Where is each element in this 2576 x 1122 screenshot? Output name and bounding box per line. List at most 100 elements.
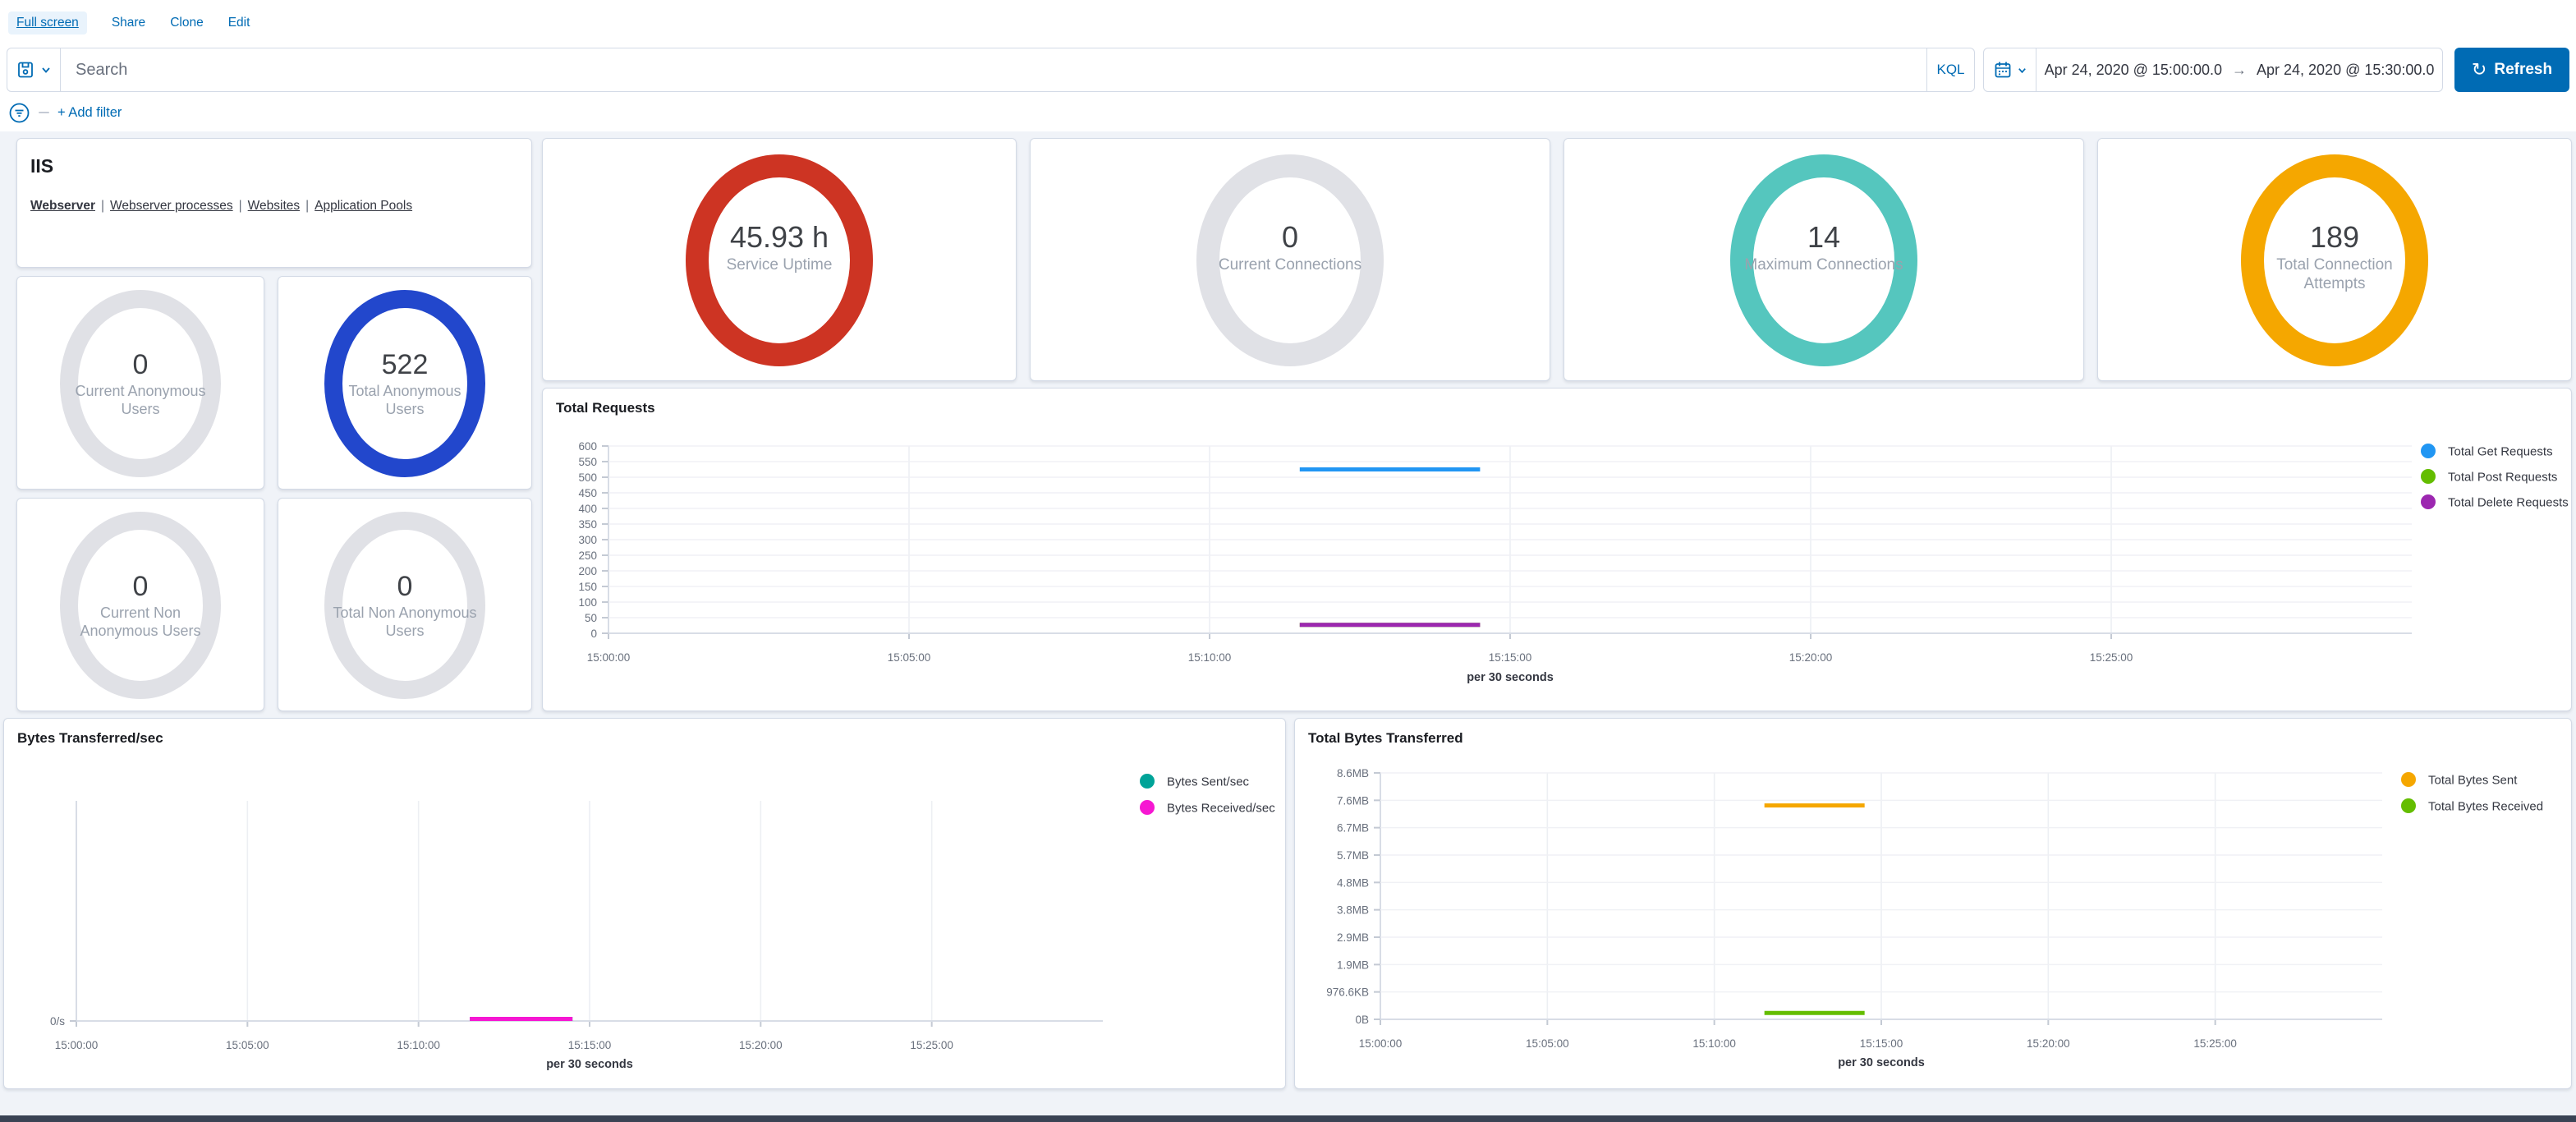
search-input[interactable] <box>76 61 1926 80</box>
gauge-label: Total Non Anonymous Users <box>331 604 479 640</box>
gauge-maximum-connections: 14 Maximum Connections <box>1564 138 2084 381</box>
chart-title: Bytes Transferred/sec <box>17 730 163 747</box>
svg-text:15:00:00: 15:00:00 <box>1359 1037 1403 1050</box>
iis-title: IIS <box>30 155 518 177</box>
toolbar-link-full-screen[interactable]: Full screen <box>8 11 87 34</box>
toolbar-link-share[interactable]: Share <box>112 16 145 30</box>
svg-text:100: 100 <box>578 596 597 609</box>
x-axis-label: per 30 seconds <box>1467 671 1554 684</box>
svg-text:7.6MB: 7.6MB <box>1337 794 1369 807</box>
toolbar-link-clone[interactable]: Clone <box>170 16 204 30</box>
date-picker-group: Apr 24, 2020 @ 15:00:00.0 → Apr 24, 2020… <box>1983 48 2443 92</box>
svg-text:8.6MB: 8.6MB <box>1337 767 1369 779</box>
toolbar-link-edit[interactable]: Edit <box>228 16 250 30</box>
gauge-label: Total Anonymous Users <box>331 382 479 418</box>
svg-text:300: 300 <box>578 534 597 546</box>
refresh-icon: ↻ <box>2472 61 2486 79</box>
date-quick-select-button[interactable] <box>1984 48 2036 91</box>
gauge-total-anonymous-users: 522 Total Anonymous Users <box>278 276 532 490</box>
svg-text:0: 0 <box>590 628 597 640</box>
svg-text:976.6KB: 976.6KB <box>1326 986 1369 999</box>
svg-text:15:10:00: 15:10:00 <box>1188 651 1232 664</box>
svg-text:150: 150 <box>578 581 597 593</box>
svg-text:250: 250 <box>578 550 597 562</box>
x-axis-label: per 30 seconds <box>546 1058 633 1071</box>
gauge-value: 189 <box>2098 221 2571 254</box>
svg-text:15:20:00: 15:20:00 <box>2027 1037 2070 1050</box>
gauge-value: 0 <box>17 571 264 602</box>
svg-text:450: 450 <box>578 487 597 499</box>
svg-text:15:10:00: 15:10:00 <box>1692 1037 1736 1050</box>
iis-link-application-pools[interactable]: Application Pools <box>315 199 412 213</box>
svg-text:600: 600 <box>578 440 597 453</box>
iis-link-webserver-processes[interactable]: Webserver processes <box>110 199 233 213</box>
panel-bytes-transferred-per-sec-chart: Bytes Transferred/sec 15:00:0015:05:0015… <box>3 718 1286 1089</box>
svg-text:15:25:00: 15:25:00 <box>2090 651 2133 664</box>
panel-total-bytes-transferred-chart: Total Bytes Transferred 15:00:0015:05:00… <box>1294 718 2572 1089</box>
legend-item[interactable]: Bytes Received/sec <box>1167 802 1275 816</box>
svg-text:0/s: 0/s <box>50 1015 65 1028</box>
svg-text:2.9MB: 2.9MB <box>1337 931 1369 944</box>
legend-item[interactable]: Total Bytes Received <box>2428 800 2543 814</box>
date-range-arrow: → <box>2232 62 2247 79</box>
svg-text:500: 500 <box>578 471 597 484</box>
svg-text:5.7MB: 5.7MB <box>1337 849 1369 862</box>
link-separator: | <box>101 199 104 213</box>
gauge-label: Maximum Connections <box>1738 255 1910 274</box>
legend-dot <box>1140 774 1155 789</box>
total-requests-chart-canvas: 15:00:0015:05:0015:10:0015:15:0015:20:00… <box>543 389 2571 710</box>
link-separator: | <box>305 199 309 213</box>
kibana-dashboard: Full screen Share Clone Edit KQL <box>0 0 2576 1122</box>
saved-query-menu-button[interactable] <box>7 48 61 92</box>
total-bytes-chart-canvas: 15:00:0015:05:0015:10:0015:15:0015:20:00… <box>1295 719 2571 1088</box>
iis-link-websites[interactable]: Websites <box>248 199 300 213</box>
date-to: Apr 24, 2020 @ 15:30:00.0 <box>2257 62 2434 79</box>
iis-links: Webserver | Webserver processes | Websites | A… <box>30 199 518 214</box>
kql-label: KQL <box>1936 62 1964 78</box>
refresh-label: Refresh <box>2494 61 2552 79</box>
legend-dot <box>2401 772 2416 787</box>
panel-iis-navigation: IIS Webserver | Webserver processes | Websit… <box>16 138 532 268</box>
x-axis-label: per 30 seconds <box>1838 1056 1925 1069</box>
iis-link-webserver[interactable]: Webserver <box>30 199 95 213</box>
legend-item[interactable]: Total Get Requests <box>2448 445 2553 459</box>
kql-toggle-button[interactable]: KQL <box>1927 48 1975 92</box>
gauge-current-connections: 0 Current Connections <box>1030 138 1550 381</box>
svg-text:400: 400 <box>578 503 597 515</box>
link-separator: | <box>239 199 242 213</box>
gauge-service-uptime: 45.93 h Service Uptime <box>542 138 1017 381</box>
gauge-value: 0 <box>1031 221 1550 254</box>
refresh-button[interactable]: ↻ Refresh <box>2454 48 2569 92</box>
svg-text:0B: 0B <box>1355 1014 1369 1026</box>
legend-item[interactable]: Total Delete Requests <box>2448 496 2569 510</box>
legend-dot <box>2421 494 2436 509</box>
gauge-value: 0 <box>17 349 264 380</box>
svg-text:15:15:00: 15:15:00 <box>568 1039 612 1051</box>
svg-text:350: 350 <box>578 518 597 531</box>
date-range-display[interactable]: Apr 24, 2020 @ 15:00:00.0 → Apr 24, 2020… <box>2036 48 2442 91</box>
svg-text:15:15:00: 15:15:00 <box>1489 651 1532 664</box>
legend-item[interactable]: Total Post Requests <box>2448 471 2557 485</box>
svg-text:15:25:00: 15:25:00 <box>2193 1037 2237 1050</box>
gauge-label: Total Connection Attempts <box>2248 255 2421 293</box>
legend-dot <box>2401 798 2416 813</box>
filter-icon[interactable] <box>8 102 30 124</box>
svg-text:15:05:00: 15:05:00 <box>226 1039 269 1051</box>
svg-text:15:10:00: 15:10:00 <box>397 1039 440 1051</box>
gauge-label: Current Anonymous Users <box>67 382 214 418</box>
bottom-edge-bar <box>0 1115 2576 1122</box>
panel-total-requests-chart: Total Requests 15:00:0015:05:0015:10:001… <box>542 388 2572 711</box>
legend-item[interactable]: Bytes Sent/sec <box>1167 775 1250 789</box>
gauge-total-connection-attempts: 189 Total Connection Attempts <box>2097 138 2572 381</box>
legend-dot <box>2421 444 2436 458</box>
legend-dot <box>1140 800 1155 815</box>
add-filter-button[interactable]: + Add filter <box>57 105 122 121</box>
svg-text:50: 50 <box>585 612 597 624</box>
svg-text:15:15:00: 15:15:00 <box>1860 1037 1903 1050</box>
filter-bar: + Add filter <box>8 97 122 128</box>
legend-item[interactable]: Total Bytes Sent <box>2428 774 2518 788</box>
chevron-down-icon <box>40 64 52 76</box>
svg-text:4.8MB: 4.8MB <box>1337 876 1369 889</box>
svg-text:15:20:00: 15:20:00 <box>1789 651 1833 664</box>
gauge-label: Service Uptime <box>693 255 866 274</box>
